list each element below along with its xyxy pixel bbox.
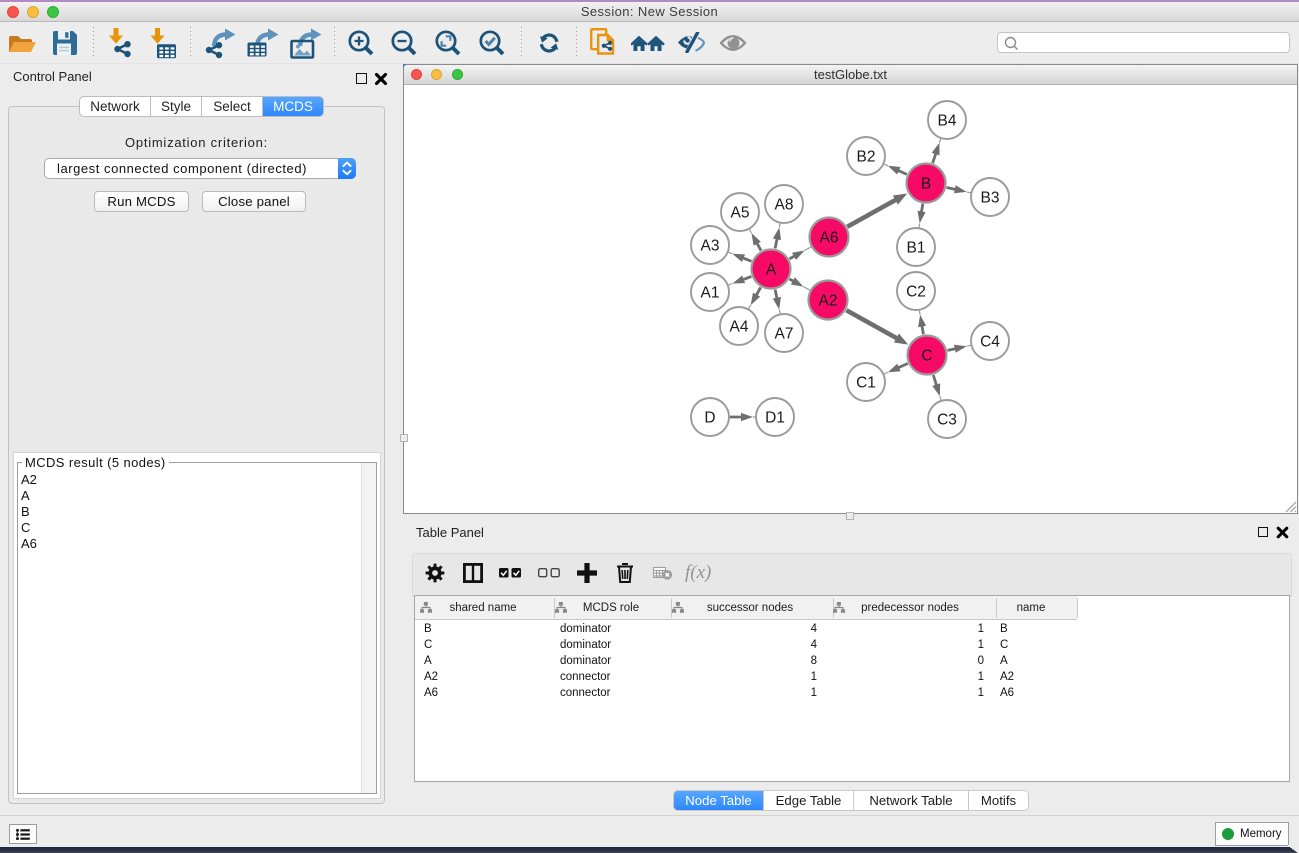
svg-text:B1: B1 — [907, 240, 926, 257]
svg-text:B2: B2 — [857, 149, 876, 166]
svg-text:C: C — [921, 348, 932, 365]
svg-text:A3: A3 — [701, 238, 720, 255]
svg-text:A7: A7 — [775, 326, 794, 343]
svg-text:C1: C1 — [856, 375, 876, 392]
svg-text:D: D — [704, 410, 715, 427]
svg-text:A8: A8 — [775, 197, 794, 214]
svg-text:D1: D1 — [765, 410, 785, 427]
svg-text:C3: C3 — [937, 412, 957, 429]
svg-text:B3: B3 — [981, 190, 1000, 207]
svg-text:A4: A4 — [730, 319, 749, 336]
svg-text:C2: C2 — [906, 284, 926, 301]
svg-text:B: B — [921, 176, 931, 193]
svg-text:A1: A1 — [701, 285, 720, 302]
svg-text:A2: A2 — [819, 293, 838, 310]
svg-text:A6: A6 — [820, 230, 839, 247]
svg-text:A5: A5 — [731, 205, 750, 222]
svg-text:C4: C4 — [980, 334, 1000, 351]
svg-text:B4: B4 — [938, 113, 957, 130]
svg-text:A: A — [766, 262, 777, 279]
